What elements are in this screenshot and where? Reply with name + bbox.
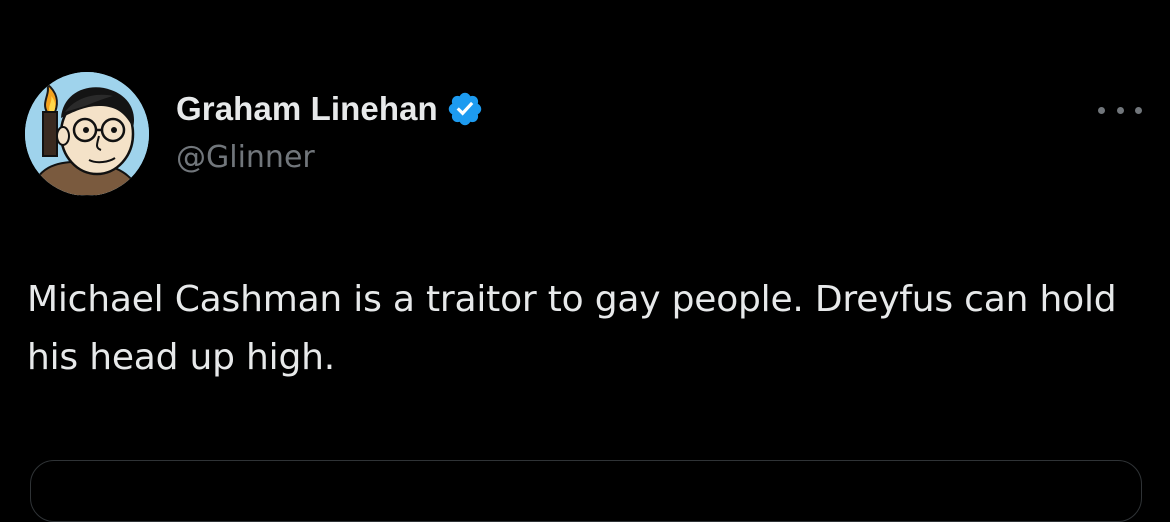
- author-handle[interactable]: @Glinner: [176, 140, 315, 175]
- embedded-card[interactable]: [30, 460, 1142, 522]
- more-dot: [1098, 106, 1105, 114]
- verified-badge-icon[interactable]: [446, 90, 484, 128]
- more-options-icon[interactable]: [1098, 98, 1142, 122]
- tweet: Graham Linehan @Glinner Michael Cashman …: [0, 0, 1170, 522]
- author-name-row[interactable]: Graham Linehan: [176, 88, 484, 130]
- avatar[interactable]: [25, 72, 149, 196]
- cartoon-portrait-icon: [25, 72, 149, 196]
- tweet-text: Michael Cashman is a traitor to gay peop…: [27, 279, 1117, 378]
- author-display-name[interactable]: Graham Linehan: [176, 90, 438, 128]
- more-dot: [1135, 106, 1142, 114]
- more-dot: [1116, 106, 1124, 114]
